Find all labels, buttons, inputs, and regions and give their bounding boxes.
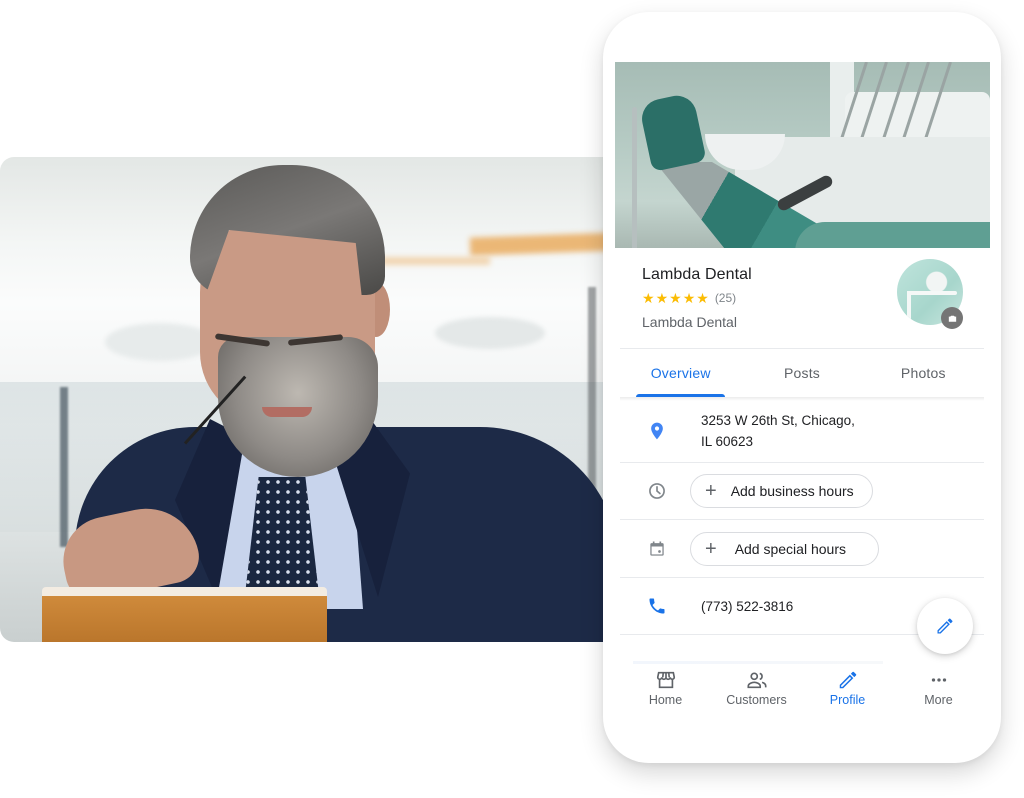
profile-photo-detail [907, 291, 911, 325]
location-pin-icon [646, 420, 668, 442]
cover-photo[interactable] [615, 62, 990, 248]
business-category: Lambda Dental [642, 314, 737, 330]
clock-icon [646, 480, 668, 502]
tablet-device [42, 587, 327, 642]
star-icon: ★ [682, 290, 696, 306]
pencil-icon [839, 671, 856, 689]
phone-icon [646, 595, 668, 617]
address-row[interactable]: 3253 W 26th St, Chicago, IL 60623 [620, 400, 984, 462]
star-icon: ★ [669, 290, 682, 306]
plus-icon: + [705, 480, 717, 502]
business-header: Lambda Dental ★ ★ ★ ★ ★ (25) Lambda Dent… [642, 266, 752, 330]
address-line-2: IL 60623 [701, 434, 754, 449]
star-icon: ★ [696, 290, 709, 306]
nav-home-label: Home [648, 693, 683, 707]
nav-home[interactable]: Home [620, 664, 711, 712]
business-name: Lambda Dental [642, 266, 752, 283]
nav-profile-label: Profile [829, 693, 866, 707]
bottom-navigation: Home Customers Profile More [620, 664, 984, 712]
more-horizontal-icon [931, 678, 946, 682]
mouth [262, 407, 312, 417]
star-rating: ★ ★ ★ ★ ★ [642, 291, 709, 305]
phone-number: (773) 522-3816 [701, 598, 794, 614]
add-special-hours-label: Add special hours [734, 540, 846, 557]
star-icon: ★ [642, 290, 655, 306]
add-business-hours-label: Add business hours [730, 483, 854, 499]
add-special-hours-button[interactable]: + Add special hours [690, 531, 879, 566]
nav-profile[interactable]: Profile [802, 664, 893, 712]
special-hours-row: + Add special hours [620, 520, 984, 577]
edit-profile-fab[interactable] [917, 598, 973, 654]
review-count[interactable]: (25) [715, 291, 736, 305]
plus-icon: + [705, 537, 717, 560]
edit-photo-badge[interactable] [941, 307, 963, 329]
calendar-icon [646, 538, 668, 560]
nav-customers[interactable]: Customers [711, 664, 802, 712]
dental-chair-headrest [638, 92, 707, 172]
tab-bar: Overview Posts Photos [620, 349, 984, 397]
star-icon: ★ [655, 290, 669, 306]
nav-more[interactable]: More [893, 664, 984, 712]
address-line-1: 3253 W 26th St, Chicago, [701, 413, 855, 428]
profile-photo-detail [907, 291, 957, 295]
nav-customers-label: Customers [726, 693, 787, 707]
storefront-icon [656, 671, 675, 689]
pencil-icon [937, 618, 953, 634]
tab-posts[interactable]: Posts [741, 349, 862, 397]
phone-mockup: Lambda Dental ★ ★ ★ ★ ★ (25) Lambda Dent… [603, 12, 1001, 763]
address-text: 3253 W 26th St, Chicago, IL 60623 [701, 410, 855, 452]
camera-icon [948, 315, 956, 322]
rating-row: ★ ★ ★ ★ ★ (25) [642, 291, 752, 305]
businessman-figure [0, 157, 620, 642]
nav-more-label: More [924, 693, 953, 707]
dental-chair-seat [795, 222, 990, 248]
add-business-hours-button[interactable]: + Add business hours [690, 474, 873, 508]
cover-photo-detail [632, 107, 637, 248]
hero-photo [0, 157, 620, 642]
tab-overview[interactable]: Overview [620, 349, 741, 397]
business-hours-row: + Add business hours [620, 463, 984, 519]
people-icon [746, 672, 767, 689]
tab-photos[interactable]: Photos [863, 349, 984, 397]
